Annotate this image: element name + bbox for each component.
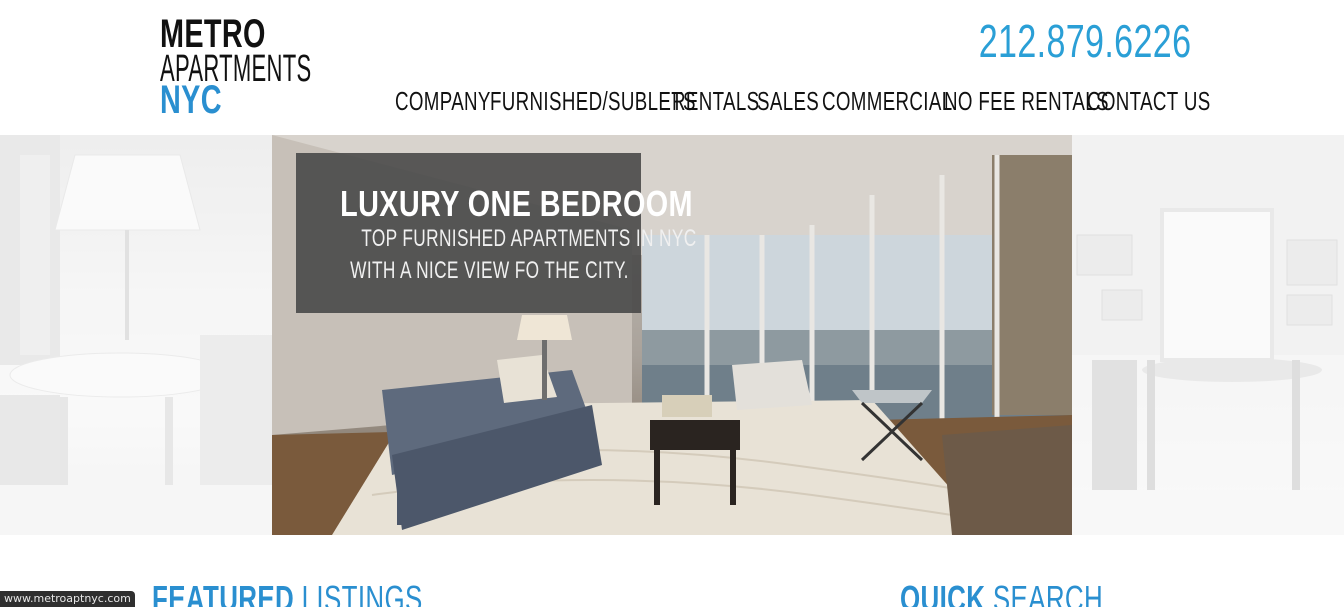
living-room-photo[interactable]: LUXURY ONE BEDROOM TOP FURNISHED APARTME…: [272, 135, 1072, 535]
featured-bold: FEATURED: [152, 578, 295, 607]
site-logo[interactable]: METRO APARTMENTS NYC: [160, 14, 340, 122]
prev-slide-image[interactable]: [0, 135, 272, 535]
hero-subtitle-line2: WITH A NICE VIEW FO THE CITY.: [350, 257, 629, 284]
quick-search-heading: QUICK SEARCH: [900, 581, 1182, 607]
slide-fade-overlay: [0, 135, 272, 535]
content-area: FEATURED LISTINGS QUICK SEARCH: [0, 535, 1344, 607]
nav-item-contact-us[interactable]: CONTACT US: [1087, 86, 1259, 116]
hero-subtitle-line1: TOP FURNISHED APARTMENTS IN NYC: [361, 225, 697, 252]
hero-slider[interactable]: LUXURY ONE BEDROOM TOP FURNISHED APARTME…: [0, 135, 1344, 535]
next-slide-image[interactable]: [1072, 135, 1344, 535]
slide-fade-overlay-right: [1072, 135, 1344, 535]
featured-listings-heading: FEATURED LISTINGS: [152, 581, 528, 607]
site-header: METRO APARTMENTS NYC 212.879.6226 COMPAN…: [0, 0, 1344, 135]
quick-bold: QUICK: [900, 578, 986, 607]
hero-caption: LUXURY ONE BEDROOM TOP FURNISHED APARTME…: [296, 153, 697, 313]
hero-title: LUXURY ONE BEDROOM: [340, 183, 693, 224]
status-bar-url: www.metroaptnyc.com: [0, 591, 135, 607]
search-light: SEARCH: [992, 578, 1104, 607]
logo-line-nyc: NYC: [160, 78, 222, 122]
featured-light: LISTINGS: [301, 578, 423, 607]
phone-number[interactable]: 212.879.6226: [904, 16, 1191, 66]
